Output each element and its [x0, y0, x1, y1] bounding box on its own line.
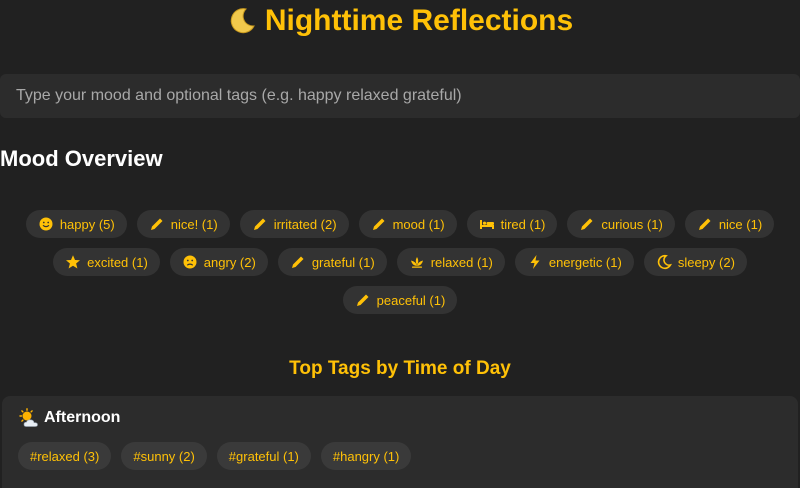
mood-chip-label: energetic (1) [548, 254, 622, 270]
mood-chip-label: relaxed (1) [430, 254, 493, 270]
tag-chip[interactable]: #relaxed (3) [18, 442, 112, 470]
smile-icon [38, 216, 54, 232]
mood-chip-row: peaceful (1) [0, 286, 800, 314]
pencil-icon [371, 216, 387, 232]
tag-chip[interactable]: #hangry (1) [320, 442, 412, 470]
tag-chip[interactable]: #sunny (2) [121, 442, 207, 470]
mood-chip[interactable]: excited (1) [53, 248, 160, 276]
mood-chip[interactable]: sleepy (2) [643, 248, 747, 276]
page-title: Nighttime Reflections [0, 0, 800, 42]
mood-overview-heading: Mood Overview [0, 146, 163, 171]
time-of-day-card: Afternoon #relaxed (3) #sunny (2) #grate… [2, 396, 798, 488]
mood-chip-label: angry (2) [203, 254, 256, 270]
mood-chip-label: nice (1) [718, 216, 763, 232]
tag-chip[interactable]: #grateful (1) [216, 442, 311, 470]
mood-chip-label: excited (1) [87, 254, 148, 270]
pencil-icon [149, 216, 165, 232]
mood-chip-label: grateful (1) [311, 254, 375, 270]
pencil-icon [579, 216, 595, 232]
frown-icon [182, 254, 198, 270]
pencil-icon [355, 292, 371, 308]
app-page: Nighttime Reflections Mood Overview happ… [0, 0, 800, 488]
mood-chip-label: irritated (2) [273, 216, 337, 232]
mood-chip[interactable]: tired (1) [466, 210, 558, 238]
moon-icon [656, 254, 672, 270]
mood-chip[interactable]: irritated (2) [239, 210, 349, 238]
pencil-icon [290, 254, 306, 270]
mood-chip-label: curious (1) [601, 216, 663, 232]
lotus-icon [409, 254, 425, 270]
pencil-icon [697, 216, 713, 232]
mood-chip-row: excited (1) angry (2) grateful (1) relax… [0, 248, 800, 276]
mood-chip[interactable]: happy (5) [25, 210, 127, 238]
mood-chip-label: happy (5) [59, 216, 115, 232]
time-of-day-title: Afternoon [18, 408, 120, 428]
mood-chip-label: sleepy (2) [677, 254, 735, 270]
mood-chip[interactable]: grateful (1) [277, 248, 387, 276]
mood-chip-label: mood (1) [392, 216, 445, 232]
mood-chip[interactable]: relaxed (1) [396, 248, 505, 276]
star-icon [65, 254, 81, 270]
mood-chip[interactable]: nice! (1) [136, 210, 230, 238]
top-tags-heading: Top Tags by Time of Day [289, 358, 511, 379]
tag-row: #relaxed (3) #sunny (2) #grateful (1) #h… [18, 442, 412, 470]
pencil-icon [252, 216, 268, 232]
bolt-icon [527, 254, 543, 270]
crescent-moon-icon [227, 6, 257, 36]
mood-chip-row: happy (5) nice! (1) irritated (2) mood (… [0, 210, 800, 238]
mood-chip[interactable]: nice (1) [684, 210, 775, 238]
time-of-day-label: Afternoon [44, 409, 121, 426]
mood-chip-label: tired (1) [500, 216, 546, 232]
mood-chip[interactable]: energetic (1) [514, 248, 634, 276]
mood-chip-label: nice! (1) [170, 216, 218, 232]
mood-chip[interactable]: peaceful (1) [342, 286, 458, 314]
mood-chip-label: peaceful (1) [376, 292, 446, 308]
mood-chip[interactable]: angry (2) [169, 248, 268, 276]
mood-chip[interactable]: curious (1) [567, 210, 675, 238]
mood-input[interactable] [0, 74, 800, 118]
mood-chip[interactable]: mood (1) [358, 210, 457, 238]
page-title-text: Nighttime Reflections [264, 4, 574, 37]
sun-cloud-icon [18, 408, 40, 428]
bed-icon [479, 216, 495, 232]
